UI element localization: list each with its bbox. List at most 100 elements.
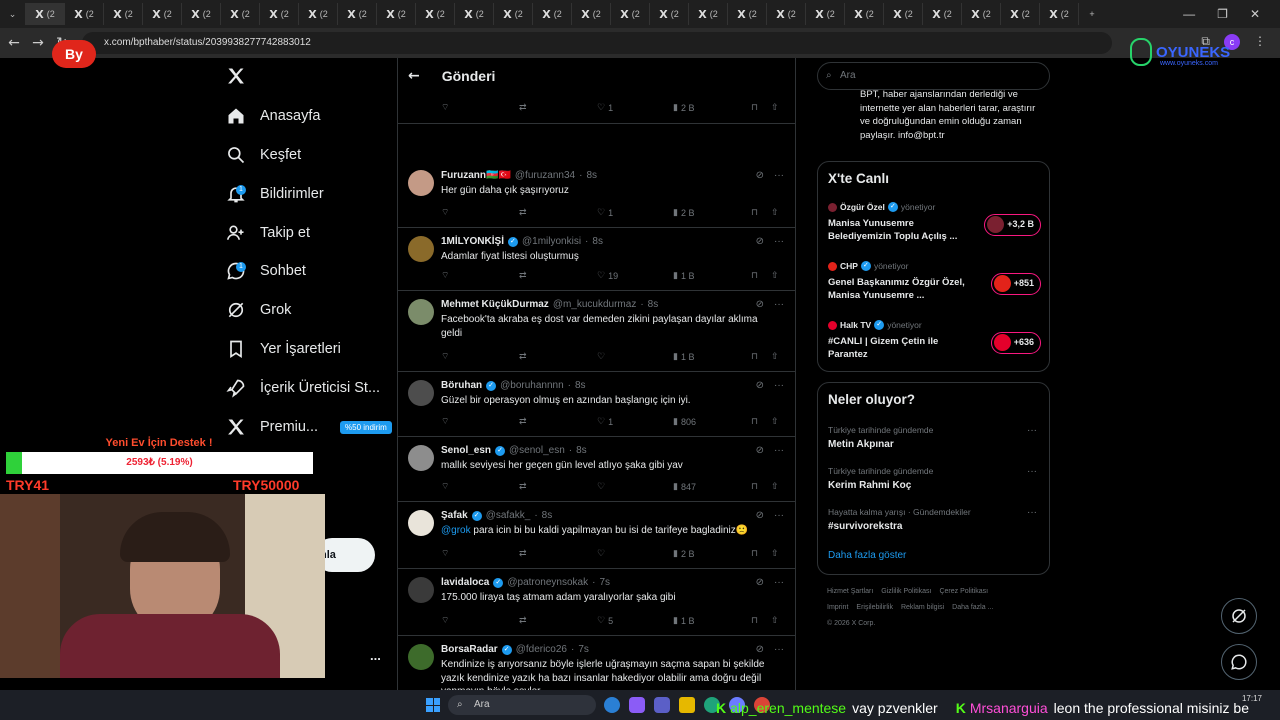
back-icon[interactable]: ←	[2, 35, 26, 51]
views-button[interactable]: ▮ 1 B	[673, 615, 694, 626]
browser-tab[interactable]: X (2	[923, 3, 962, 25]
browser-tab[interactable]: X (2	[221, 3, 260, 25]
share-icon[interactable]: ⇧	[771, 481, 779, 492]
retweet-icon[interactable]: ⇄	[519, 207, 527, 218]
footer-link[interactable]: Çerez Politikası	[939, 584, 988, 600]
like-button[interactable]: ♡ 1	[597, 416, 613, 427]
sidebar-item-grok[interactable]: Grok	[226, 295, 291, 325]
grok-icon[interactable]: ⊘	[756, 577, 764, 588]
share-icon[interactable]: ⇧	[771, 207, 779, 218]
browser-tab[interactable]: X (2	[689, 3, 728, 25]
avatar[interactable]	[408, 380, 434, 406]
browser-tab[interactable]: X (2	[182, 3, 221, 25]
more-icon[interactable]: ···	[774, 299, 784, 310]
browser-tab[interactable]: X (2	[260, 3, 299, 25]
avatar[interactable]	[408, 577, 434, 603]
trend-item[interactable]: Türkiye tarihinde gündemde Kerim Rahmi Ko…	[828, 466, 1043, 491]
like-button[interactable]: ♡ 1	[597, 102, 613, 113]
tweet[interactable]: lavidaloca ✓ @patroneynsokak · 7s ⊘ ··· 175.000…	[398, 569, 795, 636]
browser-tab[interactable]: X (2	[338, 3, 377, 25]
reply-icon[interactable]: ⌔	[441, 207, 449, 218]
reply-icon[interactable]: ⌔	[441, 481, 449, 492]
more-icon[interactable]: ···	[1027, 466, 1037, 477]
like-button[interactable]: ♡	[597, 351, 608, 362]
footer-link[interactable]: Gizlilik Politikası	[881, 584, 931, 600]
sidebar-item-rocket[interactable]: İçerik Üreticisi St...	[226, 373, 380, 403]
author-handle[interactable]: @patroneynsokak	[507, 577, 588, 588]
avatar[interactable]	[408, 236, 434, 262]
footer-link[interactable]: Erişilebilirlik	[856, 600, 893, 616]
timestamp[interactable]: 8s	[575, 380, 586, 391]
author-handle[interactable]: @furuzann34	[515, 170, 575, 181]
more-icon[interactable]: ···	[1027, 507, 1037, 518]
timestamp[interactable]: 8s	[576, 445, 587, 456]
like-button[interactable]: ♡ 19	[597, 270, 618, 281]
reply-icon[interactable]: ⌔	[441, 270, 449, 281]
browser-tab[interactable]: X (2	[767, 3, 806, 25]
bookmark-icon[interactable]: ⊓	[751, 615, 758, 626]
timestamp[interactable]: 8s	[586, 170, 597, 181]
browser-tab[interactable]: X (2	[1040, 3, 1079, 25]
timestamp[interactable]: 7s	[578, 644, 589, 655]
author-handle[interactable]: @m_kucukdurmaz	[553, 299, 637, 310]
grok-icon[interactable]: ⊘	[756, 299, 764, 310]
tweet[interactable]: Senol_esn ✓ @senol_esn · 8s ⊘ ··· mallık seviye…	[398, 437, 795, 502]
avatar[interactable]	[408, 644, 434, 670]
avatar[interactable]	[408, 299, 434, 325]
back-arrow-icon[interactable]: ←	[408, 68, 420, 84]
windows-start-icon[interactable]	[426, 698, 440, 712]
author-name[interactable]: 1MİLYONKİŞİ	[441, 236, 504, 247]
bookmark-icon[interactable]: ⊓	[751, 351, 758, 362]
trend-item[interactable]: Hayatta kalma yarışı · Gündemdekiler #sur…	[828, 507, 1043, 532]
views-button[interactable]: ▮ 2 B	[673, 548, 694, 559]
tweet[interactable]: Böruhan ✓ @boruhannnn · 8s ⊘ ··· Güzel bir oper…	[398, 372, 795, 437]
grok-icon[interactable]: ⊘	[756, 170, 764, 181]
grok-float-button[interactable]	[1221, 598, 1257, 634]
author-name[interactable]: Şafak	[441, 510, 468, 521]
browser-tab[interactable]: X (2	[104, 3, 143, 25]
retweet-icon[interactable]: ⇄	[519, 548, 527, 559]
grok-icon[interactable]: ⊘	[756, 644, 764, 655]
share-icon[interactable]: ⇧	[771, 416, 779, 427]
browser-tab[interactable]: X (2	[1001, 3, 1040, 25]
grok-icon[interactable]: ⊘	[756, 380, 764, 391]
messages-float-button[interactable]	[1221, 644, 1257, 680]
app-icon[interactable]	[654, 697, 670, 713]
tweet[interactable]: BorsaRadar ✓ @fderico26 · 7s ⊘ ··· Kendinize iş…	[398, 636, 795, 690]
share-icon[interactable]: ⇧	[771, 270, 779, 281]
author-name[interactable]: BorsaRadar	[441, 644, 498, 655]
browser-tab[interactable]: X (2	[884, 3, 923, 25]
maximize-icon[interactable]: ❐	[1217, 0, 1228, 28]
tweet[interactable]: 1MİLYONKİŞİ ✓ @1milyonkisi · 8s ⊘ ··· Adamlar f…	[398, 228, 795, 291]
url-field[interactable]: x.com/bpthaber/status/203993827774288301…	[82, 32, 1112, 54]
sidebar-item-chat[interactable]: 1 Sohbet	[226, 256, 306, 286]
app-icon[interactable]	[604, 697, 620, 713]
bookmark-icon[interactable]: ⊓	[751, 270, 758, 281]
browser-tab[interactable]: X (2	[728, 3, 767, 25]
minimize-icon[interactable]: —	[1183, 0, 1195, 28]
more-icon[interactable]: ···	[774, 380, 784, 391]
bookmark-icon[interactable]: ⊓	[751, 207, 758, 218]
tweet[interactable]: ⌔ ⇄ ♡ 1 ▮ 2 B ⊓ ⇧	[398, 94, 795, 124]
sidebar-item-bell[interactable]: 1 Bildirimler	[226, 179, 324, 209]
sidebar-item-follow[interactable]: Takip et	[226, 218, 310, 248]
retweet-icon[interactable]: ⇄	[519, 351, 527, 362]
like-button[interactable]: ♡ 1	[597, 207, 613, 218]
views-button[interactable]: ▮ 806	[673, 416, 696, 427]
author-handle[interactable]: @senol_esn	[509, 445, 565, 456]
retweet-icon[interactable]: ⇄	[519, 416, 527, 427]
retweet-icon[interactable]: ⇄	[519, 102, 527, 113]
avatar[interactable]	[408, 170, 434, 196]
browser-tab[interactable]: X (2	[962, 3, 1001, 25]
author-name[interactable]: Mehmet KüçükDurmaz	[441, 299, 549, 310]
app-icon[interactable]	[629, 697, 645, 713]
grok-icon[interactable]: ⊘	[756, 510, 764, 521]
retweet-icon[interactable]: ⇄	[519, 481, 527, 492]
trend-item[interactable]: Türkiye tarihinde gündemde Metin Akpınar ·…	[828, 425, 1043, 450]
more-icon[interactable]: ···	[774, 445, 784, 456]
avatar[interactable]	[408, 445, 434, 471]
retweet-icon[interactable]: ⇄	[519, 270, 527, 281]
bookmark-icon[interactable]: ⊓	[751, 481, 758, 492]
author-name[interactable]: Senol_esn	[441, 445, 491, 456]
show-more-link[interactable]: Daha fazla göster	[828, 550, 906, 561]
